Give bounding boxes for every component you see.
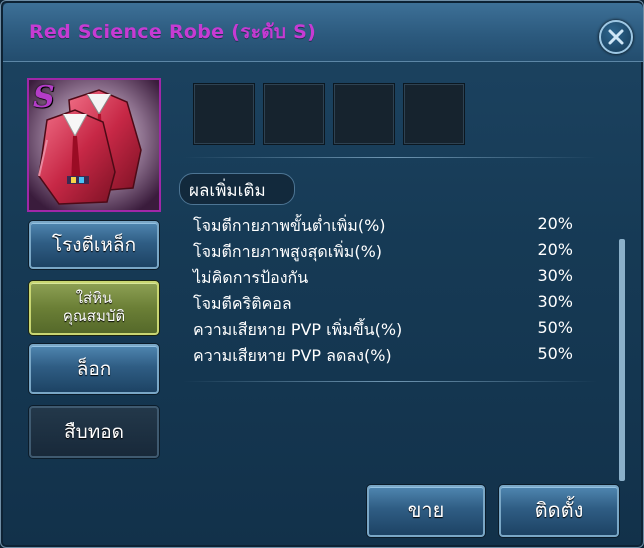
insert-stone-label-line2: คุณสมบัติ: [62, 307, 126, 325]
insert-stone-label-line1: ใส่หิน: [75, 289, 113, 307]
bonus-section-tab: ผลเพิ่มเติม: [179, 173, 295, 205]
stat-row: ความเสียหาย PVP เพิ่มขึ้น(%) 50%: [193, 318, 573, 344]
window-title: Red Science Robe (ระดับ S): [29, 21, 317, 43]
stat-value: 50%: [537, 318, 573, 337]
stat-row: โจมตีกายภาพสูงสุดเพิ่ม(%) 20%: [193, 240, 573, 266]
equip-button[interactable]: ติดตั้ง: [499, 485, 619, 537]
lock-button-label: ล็อก: [76, 358, 112, 380]
socket-slot-1[interactable]: [193, 83, 255, 145]
stat-name: โจมตีกายภาพขั้นต่ำเพิ่ม(%): [193, 216, 386, 235]
forge-button-label: โรงตีเหล็ก: [51, 234, 137, 256]
stat-row: ความเสียหาย PVP ลดลง(%) 50%: [193, 344, 573, 370]
stat-value: 20%: [537, 214, 573, 233]
close-button[interactable]: [599, 20, 633, 54]
divider-top: [183, 157, 597, 158]
stat-value: 20%: [537, 240, 573, 259]
inherit-button-label: สืบทอด: [64, 421, 124, 443]
stat-row: ไม่คิดการป้องกัน 30%: [193, 266, 573, 292]
stat-value: 30%: [537, 266, 573, 285]
socket-slot-2[interactable]: [263, 83, 325, 145]
socket-slot-4[interactable]: [403, 83, 465, 145]
stat-name: โจมตีกายภาพสูงสุดเพิ่ม(%): [193, 242, 383, 261]
grade-badge: S: [33, 80, 55, 115]
scrollbar[interactable]: [619, 239, 625, 481]
divider-bottom: [183, 381, 597, 382]
close-x-icon: [608, 29, 624, 45]
insert-stone-button[interactable]: ใส่หิน คุณสมบัติ: [29, 281, 159, 335]
stat-value: 50%: [537, 344, 573, 363]
stat-value: 30%: [537, 292, 573, 311]
stat-name: โจมตีคริติคอล: [193, 294, 292, 313]
stat-row: โจมตีคริติคอล 30%: [193, 292, 573, 318]
equip-button-label: ติดตั้ง: [534, 498, 584, 522]
sell-button[interactable]: ขาย: [367, 485, 485, 537]
title-bar[interactable]: Red Science Robe (ระดับ S): [3, 3, 643, 62]
forge-button[interactable]: โรงตีเหล็ก: [29, 221, 159, 269]
item-info-window: Red Science Robe (ระดับ S) S ผลเพิ่มเติม…: [0, 0, 644, 548]
stat-name: ความเสียหาย PVP ลดลง(%): [193, 346, 392, 365]
socket-slot-3[interactable]: [333, 83, 395, 145]
stat-name: ไม่คิดการป้องกัน: [193, 268, 309, 287]
stat-row: โจมตีกายภาพขั้นต่ำเพิ่ม(%) 20%: [193, 214, 573, 240]
bonus-section-title: ผลเพิ่มเติม: [189, 181, 266, 201]
stat-name: ความเสียหาย PVP เพิ่มขึ้น(%): [193, 320, 403, 339]
lock-button[interactable]: ล็อก: [29, 344, 159, 394]
item-icon-frame[interactable]: S: [27, 78, 161, 212]
inherit-button[interactable]: สืบทอด: [29, 406, 159, 458]
sell-button-label: ขาย: [407, 498, 445, 522]
